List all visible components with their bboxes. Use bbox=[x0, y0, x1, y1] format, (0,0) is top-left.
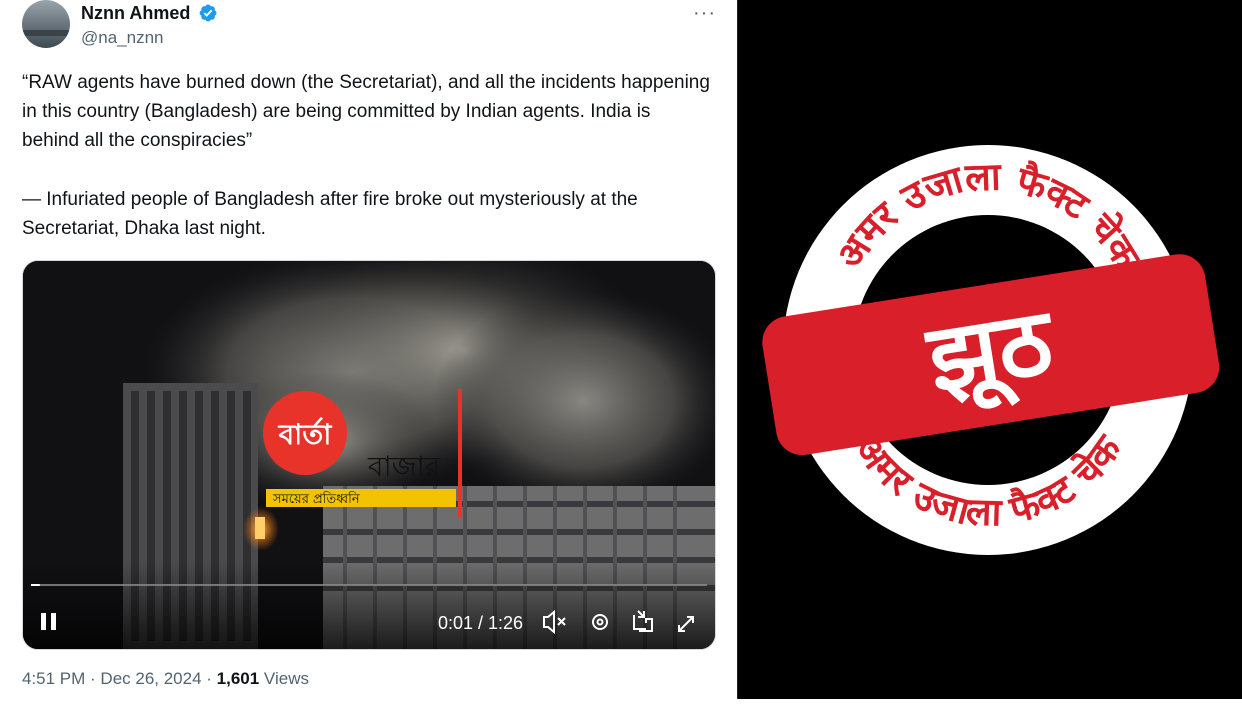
avatar[interactable] bbox=[22, 0, 70, 48]
fact-check-stamp: अमर उजाला फैक्ट चेक अमर उजाला फैक्ट चेक … bbox=[762, 145, 1220, 555]
more-options-icon[interactable]: ··· bbox=[693, 2, 716, 25]
timestamp[interactable]: 4:51 PM · Dec 26, 2024 · bbox=[22, 669, 217, 688]
video-player[interactable]: বার্তা বাজার সময়ের প্রতিধ্বনি 0:01 / 1:… bbox=[22, 260, 716, 650]
progress-track bbox=[31, 584, 707, 586]
news-logo-word: বার্তা bbox=[278, 417, 333, 451]
tweet-attribution: — Infuriated people of Bangladesh after … bbox=[22, 189, 638, 239]
views-label: Views bbox=[259, 669, 309, 688]
views-count: 1,601 bbox=[216, 669, 260, 688]
news-logo-word2: বাজার bbox=[367, 450, 441, 483]
video-frame: বার্তা বাজার সময়ের প্রতিধ্বনি 0:01 / 1:… bbox=[23, 261, 715, 649]
verified-badge-icon bbox=[199, 4, 217, 22]
fact-check-panel: अमर उजाला फैक्ट चेक अमर उजाला फैक्ट चेक … bbox=[738, 0, 1242, 699]
author-handle[interactable]: @na_nznn bbox=[81, 28, 164, 48]
tweet-card: Nznn Ahmed @na_nznn ··· “RAW agents have… bbox=[0, 0, 737, 699]
news-logo-tagline: সময়ের প্রতিধ্বনি bbox=[272, 491, 360, 507]
progress-fill bbox=[31, 584, 40, 586]
author-name[interactable]: Nznn Ahmed bbox=[81, 3, 190, 24]
tweet-quote: “RAW agents have burned down (the Secret… bbox=[22, 72, 710, 151]
tweet-meta: 4:51 PM · Dec 26, 2024 · 1,601 Views bbox=[22, 669, 309, 689]
video-time: 0:01 / 1:26 bbox=[438, 613, 523, 633]
